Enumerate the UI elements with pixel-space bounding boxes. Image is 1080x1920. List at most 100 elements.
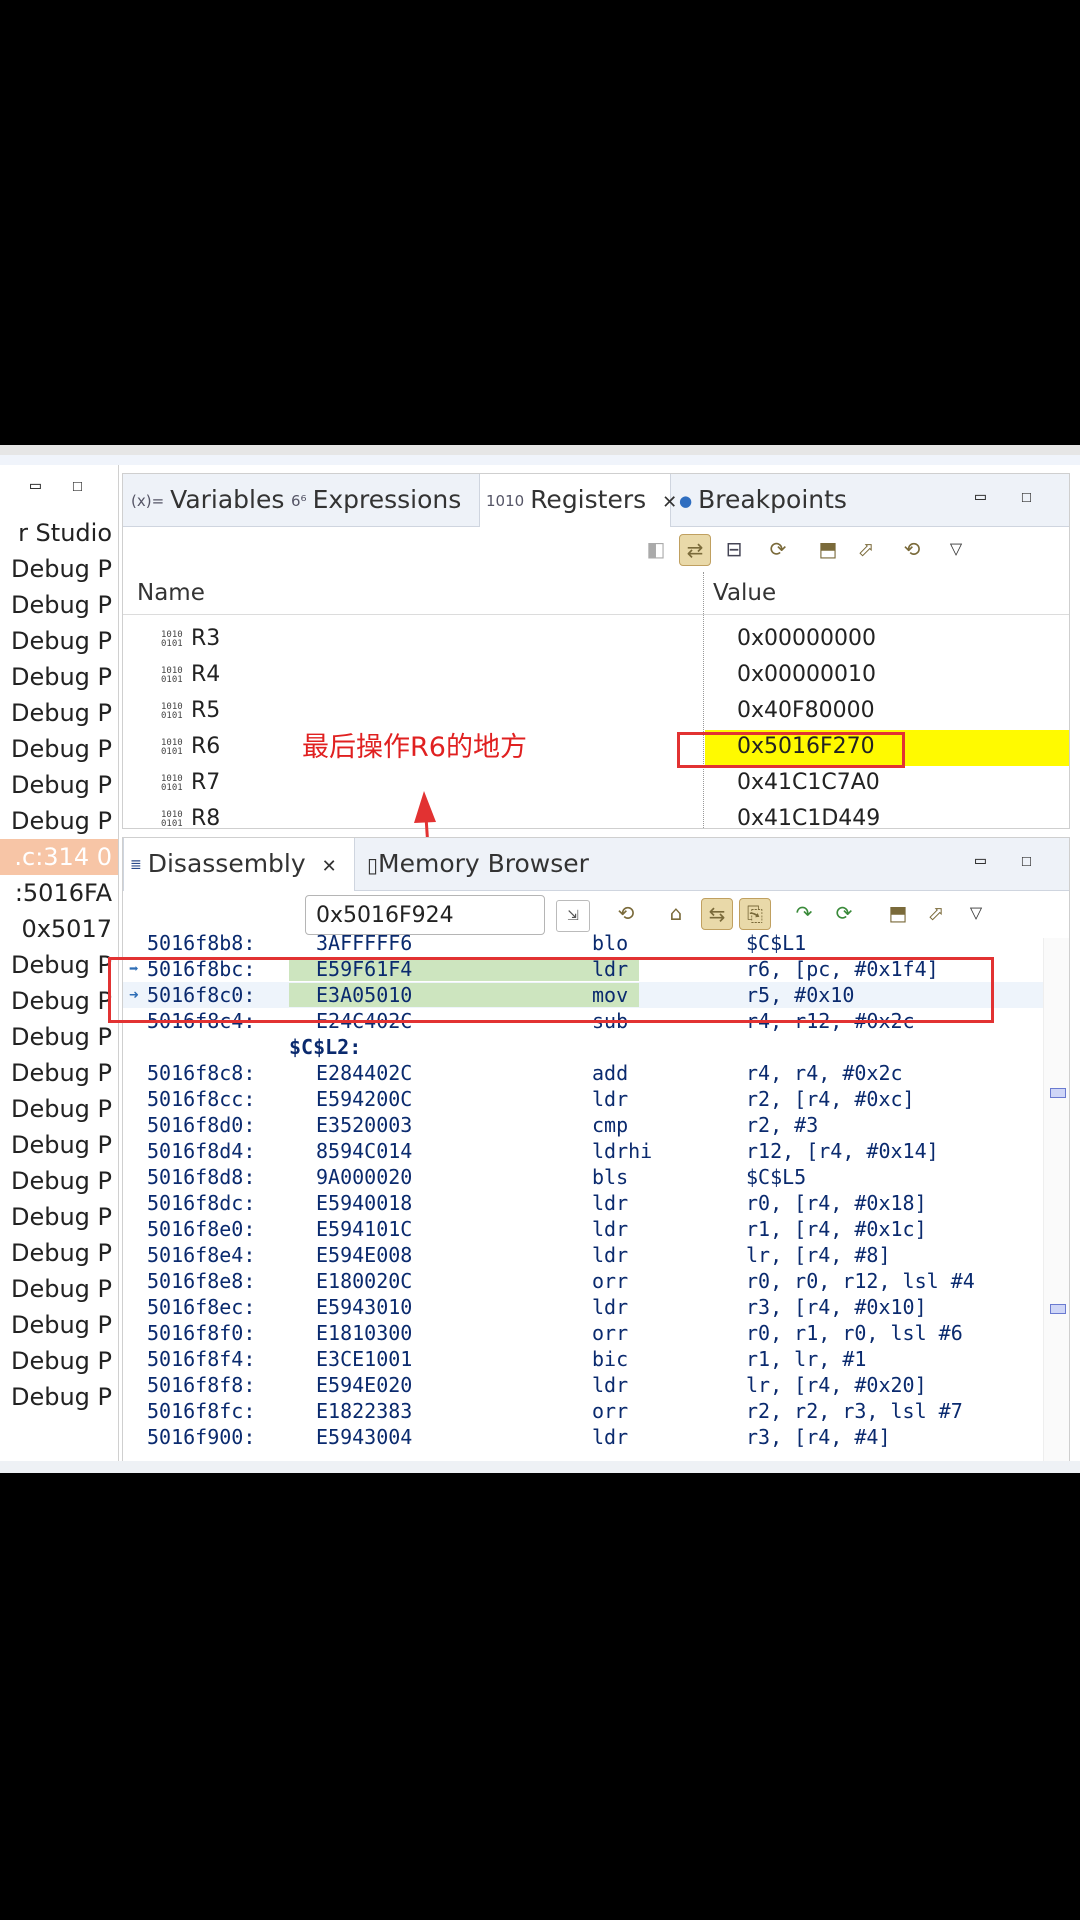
instruction-mnemonic: ldr [592,1243,629,1267]
column-value-header[interactable]: Value [713,580,776,606]
register-row-r4[interactable]: 1010 0101 R4 0x00000010 [123,658,1069,694]
instruction-hex: E3CE1001 [316,1347,413,1371]
instruction-row[interactable]: 5016f8f8: E594E020 ldr lr, [r4, #0x20] [123,1372,1043,1398]
debug-tree-item[interactable]: Debug P [0,1235,118,1271]
register-value[interactable]: 0x00000010 [737,662,876,687]
tab-close-icon[interactable]: ✕ [662,492,677,513]
debug-tree-item[interactable]: Debug P [0,1163,118,1199]
debug-tree-item[interactable]: Debug P [0,1199,118,1235]
register-row-r6[interactable]: 1010 0101 R6 0x5016F270 [123,730,1069,766]
new-group-icon[interactable]: ⬒ [813,534,843,564]
show-source-icon[interactable]: ⎘ [739,898,771,930]
minimize-icon[interactable]: ▭ [975,486,986,507]
register-value[interactable]: 0x41C1C7A0 [737,770,880,795]
debug-tree-item[interactable]: Debug P [0,1091,118,1127]
tab-registers[interactable]: 1010 Registers ✕ [479,474,677,527]
view-menu-chevron-down-icon[interactable]: ▽ [941,534,971,564]
debug-tree-item[interactable]: Debug P [0,1055,118,1091]
instruction-row[interactable]: 5016f8e8: E180020C orr r0, r0, r12, lsl #4 [123,1268,1043,1294]
debug-tree-item[interactable]: Debug P [0,1379,118,1415]
register-value[interactable]: 0x00000000 [737,626,876,651]
instruction-row[interactable]: 5016f8e4: E594E008 ldr lr, [r4, #8] [123,1242,1043,1268]
ide-screenshot: ▭ ☐ r Studio Debug P Debug P Debug P Debug P… [0,445,1080,1473]
debug-tree-item[interactable]: Debug P [0,947,118,983]
debug-tree-item[interactable]: r Studio [0,515,118,551]
register-value[interactable]: 0x41C1D449 [737,806,880,831]
maximize-icon[interactable]: ☐ [1021,850,1032,871]
step-over-icon[interactable]: ↷ [789,898,819,928]
debug-tree-item[interactable]: Debug P [0,587,118,623]
refresh-icon[interactable]: ⟳ [763,534,793,564]
collapse-all-icon[interactable]: ⊟ [719,534,749,564]
sync-icon[interactable]: ⟲ [897,534,927,564]
debug-tree-item[interactable]: :5016FA [0,875,118,911]
go-to-address-button[interactable]: ⇲ [556,900,590,932]
instruction-mnemonic: ldr [592,1373,629,1397]
instruction-row[interactable]: 5016f8d0: E3520003 cmp r2, #3 [123,1112,1043,1138]
instruction-row[interactable]: 5016f8ec: E5943010 ldr r3, [r4, #0x10] [123,1294,1043,1320]
instruction-row[interactable]: 5016f8f4: E3CE1001 bic r1, lr, #1 [123,1346,1043,1372]
debug-tree-item[interactable]: Debug P [0,1127,118,1163]
tab-breakpoints[interactable]: ● Breakpoints [679,474,847,526]
layout-toggle-icon[interactable]: ⇄ [679,534,711,566]
debug-tree-item[interactable]: .c:314 0 [0,839,118,875]
refresh-icon[interactable]: ⟳ [829,898,859,928]
address-input[interactable]: 0x5016F924 [305,895,545,935]
debug-tree-item[interactable]: Debug P [0,551,118,587]
instruction-hex: E594101C [316,1217,413,1241]
link-icon[interactable]: ⇆ [701,898,733,930]
instruction-operands: r1, lr, #1 [746,1347,867,1371]
instruction-row[interactable]: 5016f8e0: E594101C ldr r1, [r4, #0x1c] [123,1216,1043,1242]
export-icon[interactable]: ⬀ [921,898,951,928]
instruction-row[interactable]: 5016f900: E5943004 ldr r3, [r4, #4] [123,1424,1043,1450]
instruction-row[interactable]: 5016f8c8: E284402C add r4, r4, #0x2c [123,1060,1043,1086]
tab-close-icon[interactable]: ✕ [322,856,337,877]
home-icon[interactable]: ⌂ [661,898,691,928]
debug-tree-item[interactable]: Debug P [0,623,118,659]
register-row-r3[interactable]: 1010 0101 R3 0x00000000 [123,622,1069,658]
window-strip [0,455,1080,465]
register-row-r7[interactable]: 1010 0101 R7 0x41C1C7A0 [123,766,1069,802]
collapse-icon[interactable]: ◧ [641,534,671,564]
debug-tree-item[interactable]: Debug P [0,695,118,731]
maximize-icon[interactable]: ☐ [72,475,83,496]
instruction-hex: E594E008 [316,1243,413,1267]
view-menu-chevron-down-icon[interactable]: ▽ [961,898,991,928]
tab-disassembly[interactable]: ≣ Disassembly ✕ [123,838,355,891]
debug-tree-item[interactable]: Debug P [0,1307,118,1343]
instruction-operands: r0, r1, r0, lsl #6 [746,1321,963,1345]
new-group-icon[interactable]: ⬒ [883,898,913,928]
debug-tree-item[interactable]: Debug P [0,659,118,695]
tab-expressions[interactable]: 6⁶ Expressions [291,474,461,526]
debug-tree-item[interactable]: Debug P [0,1271,118,1307]
register-icon: 1010 0101 [161,666,183,685]
instruction-row[interactable]: 5016f8d8: 9A000020 bls $C$L5 [123,1164,1043,1190]
debug-tree-item[interactable]: Debug P [0,983,118,1019]
code-label-row[interactable]: $C$L2: [123,1034,1043,1060]
debug-tree-item[interactable]: Debug P [0,1019,118,1055]
register-row-r5[interactable]: 1010 0101 R5 0x40F80000 [123,694,1069,730]
export-icon[interactable]: ⬀ [851,534,881,564]
debug-tree-item[interactable]: 0x5017 [0,911,118,947]
maximize-icon[interactable]: ☐ [1021,486,1032,507]
sync-icon[interactable]: ⟲ [611,898,641,928]
column-name-header[interactable]: Name [137,580,205,606]
instruction-row[interactable]: 5016f8b8: 3AFFFFF6 blo $C$L1 [123,930,1043,956]
instruction-row[interactable]: 5016f8f0: E1810300 orr r0, r1, r0, lsl #6 [123,1320,1043,1346]
scrollbar[interactable] [1043,938,1069,1464]
register-value[interactable]: 0x40F80000 [737,698,875,723]
minimize-icon[interactable]: ▭ [30,475,41,496]
debug-tree-item[interactable]: Debug P [0,731,118,767]
instruction-row[interactable]: 5016f8d4: 8594C014 ldrhi r12, [r4, #0x14] [123,1138,1043,1164]
debug-tree-item-label: Debug P [10,1059,112,1087]
debug-tree-item[interactable]: Debug P [0,1343,118,1379]
tab-memory-browser[interactable]: ▯Memory Browser [367,838,589,890]
minimize-icon[interactable]: ▭ [975,850,986,871]
debug-tree-item[interactable]: Debug P [0,803,118,839]
instruction-row[interactable]: 5016f8fc: E1822383 orr r2, r2, r3, lsl #7 [123,1398,1043,1424]
instruction-row[interactable]: 5016f8cc: E594200C ldr r2, [r4, #0xc] [123,1086,1043,1112]
debug-tree-item[interactable]: Debug P [0,767,118,803]
register-row-r8[interactable]: 1010 0101 R8 0x41C1D449 [123,802,1069,838]
tab-variables[interactable]: (x)= Variables [131,474,284,526]
instruction-row[interactable]: 5016f8dc: E5940018 ldr r0, [r4, #0x18] [123,1190,1043,1216]
